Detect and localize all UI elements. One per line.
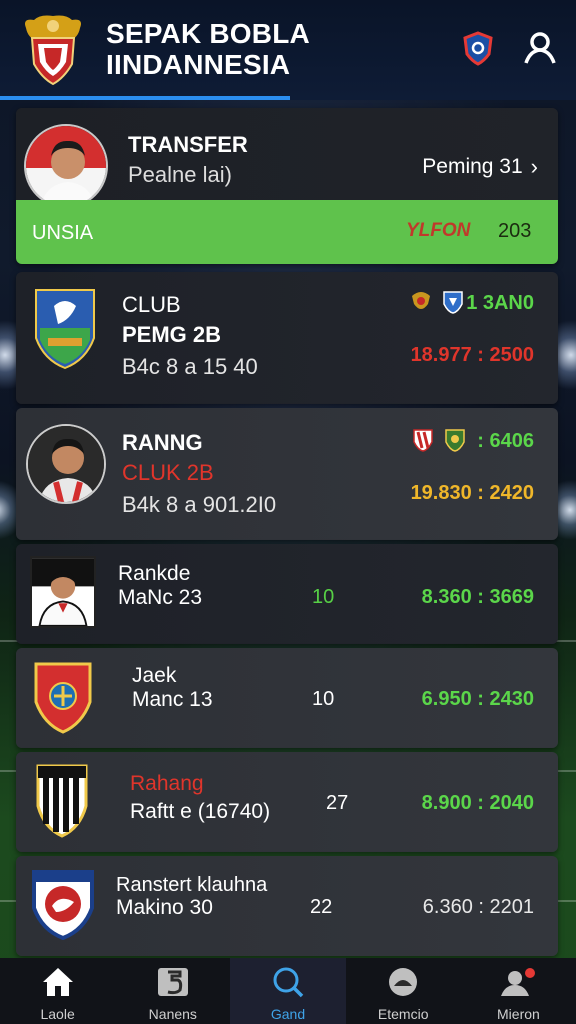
row-stat-top: : 6406 [477, 430, 534, 452]
row-line2: Raftt e (16740) [130, 800, 271, 823]
row-line1: Rahang [130, 772, 204, 795]
row-line3: B4c 8 a 15 40 [122, 354, 258, 379]
club-crest-icon [32, 870, 94, 940]
player-avatar [26, 424, 106, 504]
hero-bar-number: 203 [498, 220, 532, 242]
nav-label: Mieron [497, 1006, 540, 1022]
hero-link[interactable]: Peming 31 [422, 155, 522, 179]
row-stat: 8.360 : 3669 [421, 586, 534, 608]
row-line1: CLUB [122, 292, 181, 317]
nav-home[interactable]: Laole [0, 958, 115, 1024]
hero-bar-label: UNSIA [32, 222, 94, 244]
row-stat: 8.900 : 2040 [421, 792, 534, 814]
nav-scores[interactable]: Nanens [115, 958, 230, 1024]
row-stat-top: 1 3AN0 [466, 292, 534, 314]
row-line3: B4k 8 a 901.2I0 [122, 492, 277, 517]
row-line1: Ranstert klauhna [116, 874, 268, 896]
app-header: SEPAK BOBLA IINDANNESIA [0, 0, 576, 100]
user-icon[interactable] [522, 30, 558, 66]
row-line2: Manc 13 [132, 688, 213, 711]
app-title: SEPAK BOBLA IINDANNESIA [106, 18, 310, 80]
list-item[interactable]: Rahang Raftt e (16740) 27 8.900 : 2040 [16, 752, 558, 852]
club-mini-icon [413, 429, 433, 452]
row-line2: Makino 30 [116, 896, 213, 919]
list-item[interactable]: Jaek Manc 13 10 6.950 : 2430 [16, 648, 558, 748]
club-crest-icon [35, 289, 95, 370]
home-icon [42, 968, 73, 996]
bottom-navigation: Laole Nanens Gand Etemcio Mieron [0, 958, 576, 1024]
transfer-hero-card[interactable]: TRANSFER Pealne lai) Peming 31 › UNSIA Y… [16, 108, 558, 264]
list-item[interactable]: CLUB PEMG 2B B4c 8 a 15 40 1 3AN0 18.977… [16, 272, 558, 404]
row-mid-value: 27 [326, 792, 349, 814]
row-mid-value: 22 [310, 896, 333, 918]
hero-status-bar: UNSIA YLFON 203 [16, 200, 558, 264]
list-item[interactable]: RANNG CLUK 2B B4k 8 a 901.2I0 : 6406 19.… [16, 408, 558, 540]
stadium-icon [389, 968, 418, 996]
row-line1: Jaek [132, 664, 177, 687]
nav-search[interactable]: Gand [230, 958, 346, 1024]
row-mid-value: 10 [312, 688, 335, 710]
app-title-line2: IINDANNESIA [106, 49, 291, 80]
profile-notification-icon [501, 968, 536, 996]
list-item[interactable]: Ranstert klauhna Makino 30 22 6.360 : 22… [16, 856, 558, 956]
scoreboard-icon [157, 968, 188, 996]
hero-bar-tag: YLFON [406, 220, 471, 241]
garuda-mini-icon [412, 292, 430, 309]
garuda-crest-icon[interactable] [20, 14, 86, 86]
search-icon [273, 967, 304, 998]
nav-profile[interactable]: Mieron [461, 958, 576, 1024]
row-stat: 6.360 : 2201 [422, 896, 534, 918]
nav-label: Nanens [148, 1006, 197, 1022]
row-line2: CLUK 2B [122, 460, 214, 485]
club-crest-icon [34, 662, 92, 734]
row-line1: RANNG [122, 430, 203, 455]
app-title-line1: SEPAK BOBLA [106, 18, 310, 49]
active-tab-indicator [0, 96, 290, 100]
nav-stadium[interactable]: Etemcio [346, 958, 461, 1024]
row-line2: MaNc 23 [118, 586, 203, 609]
club-crest-icon [36, 764, 88, 838]
row-stat: 6.950 : 2430 [421, 688, 534, 710]
row-stat-bottom: 18.977 : 2500 [410, 344, 534, 366]
nav-label: Gand [270, 1006, 306, 1022]
shield-alert-icon[interactable] [460, 30, 496, 66]
row-line2: PEMG 2B [122, 322, 222, 347]
hero-subtitle: Pealne lai) [128, 162, 232, 187]
nav-label: Laole [40, 1006, 75, 1022]
hero-title: TRANSFER [128, 132, 248, 157]
player-card-avatar [30, 556, 96, 628]
player-avatar [24, 124, 108, 208]
list-item[interactable]: Rankde MaNc 23 10 8.360 : 3669 [16, 544, 558, 644]
chevron-right-icon[interactable]: › [531, 154, 538, 180]
row-stat-bottom: 19.830 : 2420 [410, 482, 534, 504]
nav-label: Etemcio [377, 1006, 429, 1022]
row-mid-value: 10 [312, 586, 335, 608]
row-line1: Rankde [118, 562, 191, 585]
